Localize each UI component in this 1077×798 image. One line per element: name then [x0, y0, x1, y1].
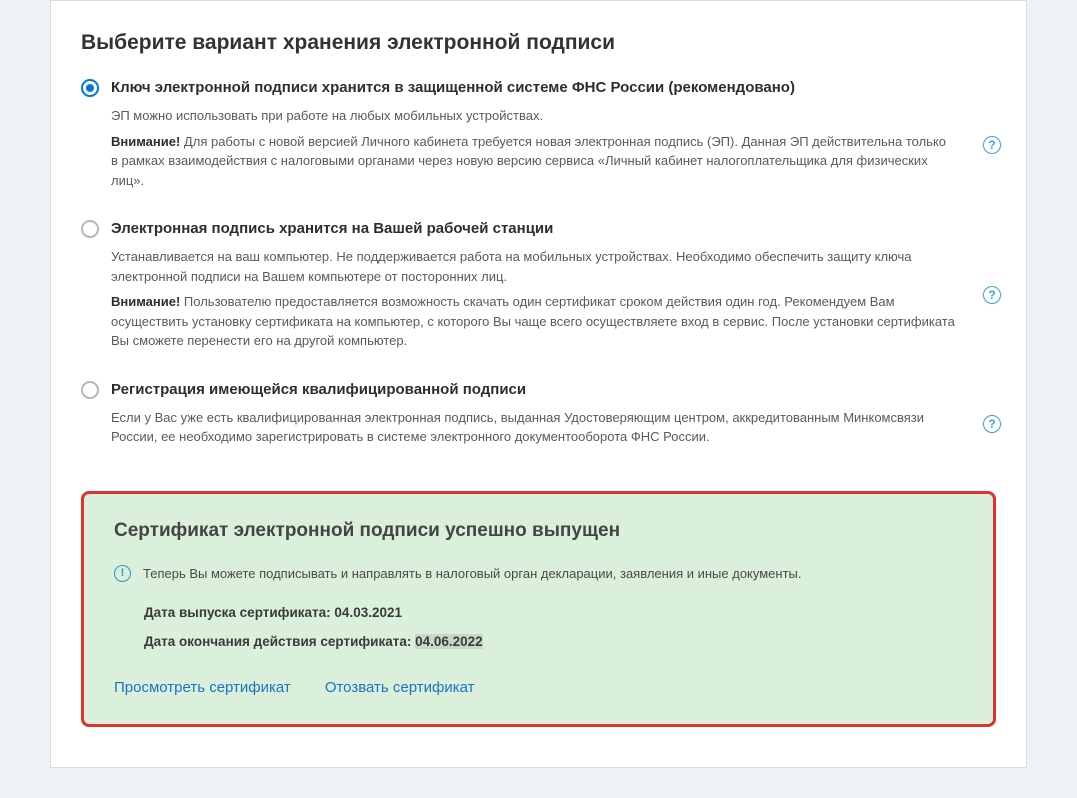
- option-title: Регистрация имеющейся квалифицированной …: [111, 379, 956, 400]
- radio-checked-icon[interactable]: [81, 79, 99, 97]
- option-desc: ЭП можно использовать при работе на любы…: [111, 106, 956, 126]
- certificate-actions: Просмотреть сертификат Отозвать сертифик…: [114, 679, 963, 696]
- radio-unchecked-icon[interactable]: [81, 381, 99, 399]
- option-warning: Внимание! Пользователю предоставляется в…: [111, 292, 956, 351]
- warning-text: Пользователю предоставляется возможность…: [111, 294, 955, 348]
- cert-issued-label: Дата выпуска сертификата:: [144, 605, 334, 620]
- cert-expires-value: 04.06.2022: [415, 634, 483, 649]
- option-register-existing[interactable]: Регистрация имеющейся квалифицированной …: [81, 379, 996, 469]
- certificate-dates: Дата выпуска сертификата: 04.03.2021 Дат…: [114, 605, 963, 649]
- certificate-info-text: Теперь Вы можете подписывать и направлят…: [143, 564, 802, 584]
- option-local-station[interactable]: Электронная подпись хранится на Вашей ра…: [81, 218, 996, 373]
- option-warning: Внимание! Для работы с новой версией Лич…: [111, 132, 956, 191]
- warning-label: Внимание!: [111, 134, 180, 149]
- option-desc: Если у Вас уже есть квалифицированная эл…: [111, 408, 956, 447]
- page-title: Выберите вариант хранения электронной по…: [81, 31, 996, 55]
- option-desc: Устанавливается на ваш компьютер. Не под…: [111, 247, 956, 286]
- cert-issued-value: 04.03.2021: [334, 605, 402, 620]
- cert-expires-line: Дата окончания действия сертификата: 04.…: [144, 634, 963, 649]
- help-icon[interactable]: ?: [983, 415, 1001, 433]
- info-icon: !: [114, 565, 131, 582]
- certificate-title: Сертификат электронной подписи успешно в…: [114, 520, 963, 542]
- warning-text: Для работы с новой версией Личного кабин…: [111, 134, 946, 188]
- certificate-success-panel: Сертификат электронной подписи успешно в…: [81, 491, 996, 728]
- option-fns-cloud[interactable]: Ключ электронной подписи хранится в защи…: [81, 77, 996, 212]
- help-icon[interactable]: ?: [983, 286, 1001, 304]
- help-icon[interactable]: ?: [983, 136, 1001, 154]
- view-certificate-link[interactable]: Просмотреть сертификат: [114, 679, 291, 696]
- radio-unchecked-icon[interactable]: [81, 220, 99, 238]
- revoke-certificate-link[interactable]: Отозвать сертификат: [325, 679, 475, 696]
- cert-expires-label: Дата окончания действия сертификата:: [144, 634, 415, 649]
- option-title: Электронная подпись хранится на Вашей ра…: [111, 218, 956, 239]
- option-title: Ключ электронной подписи хранится в защи…: [111, 77, 956, 98]
- signature-storage-card: Выберите вариант хранения электронной по…: [50, 0, 1027, 768]
- cert-issued-line: Дата выпуска сертификата: 04.03.2021: [144, 605, 963, 620]
- certificate-info-row: ! Теперь Вы можете подписывать и направл…: [114, 564, 963, 584]
- warning-label: Внимание!: [111, 294, 180, 309]
